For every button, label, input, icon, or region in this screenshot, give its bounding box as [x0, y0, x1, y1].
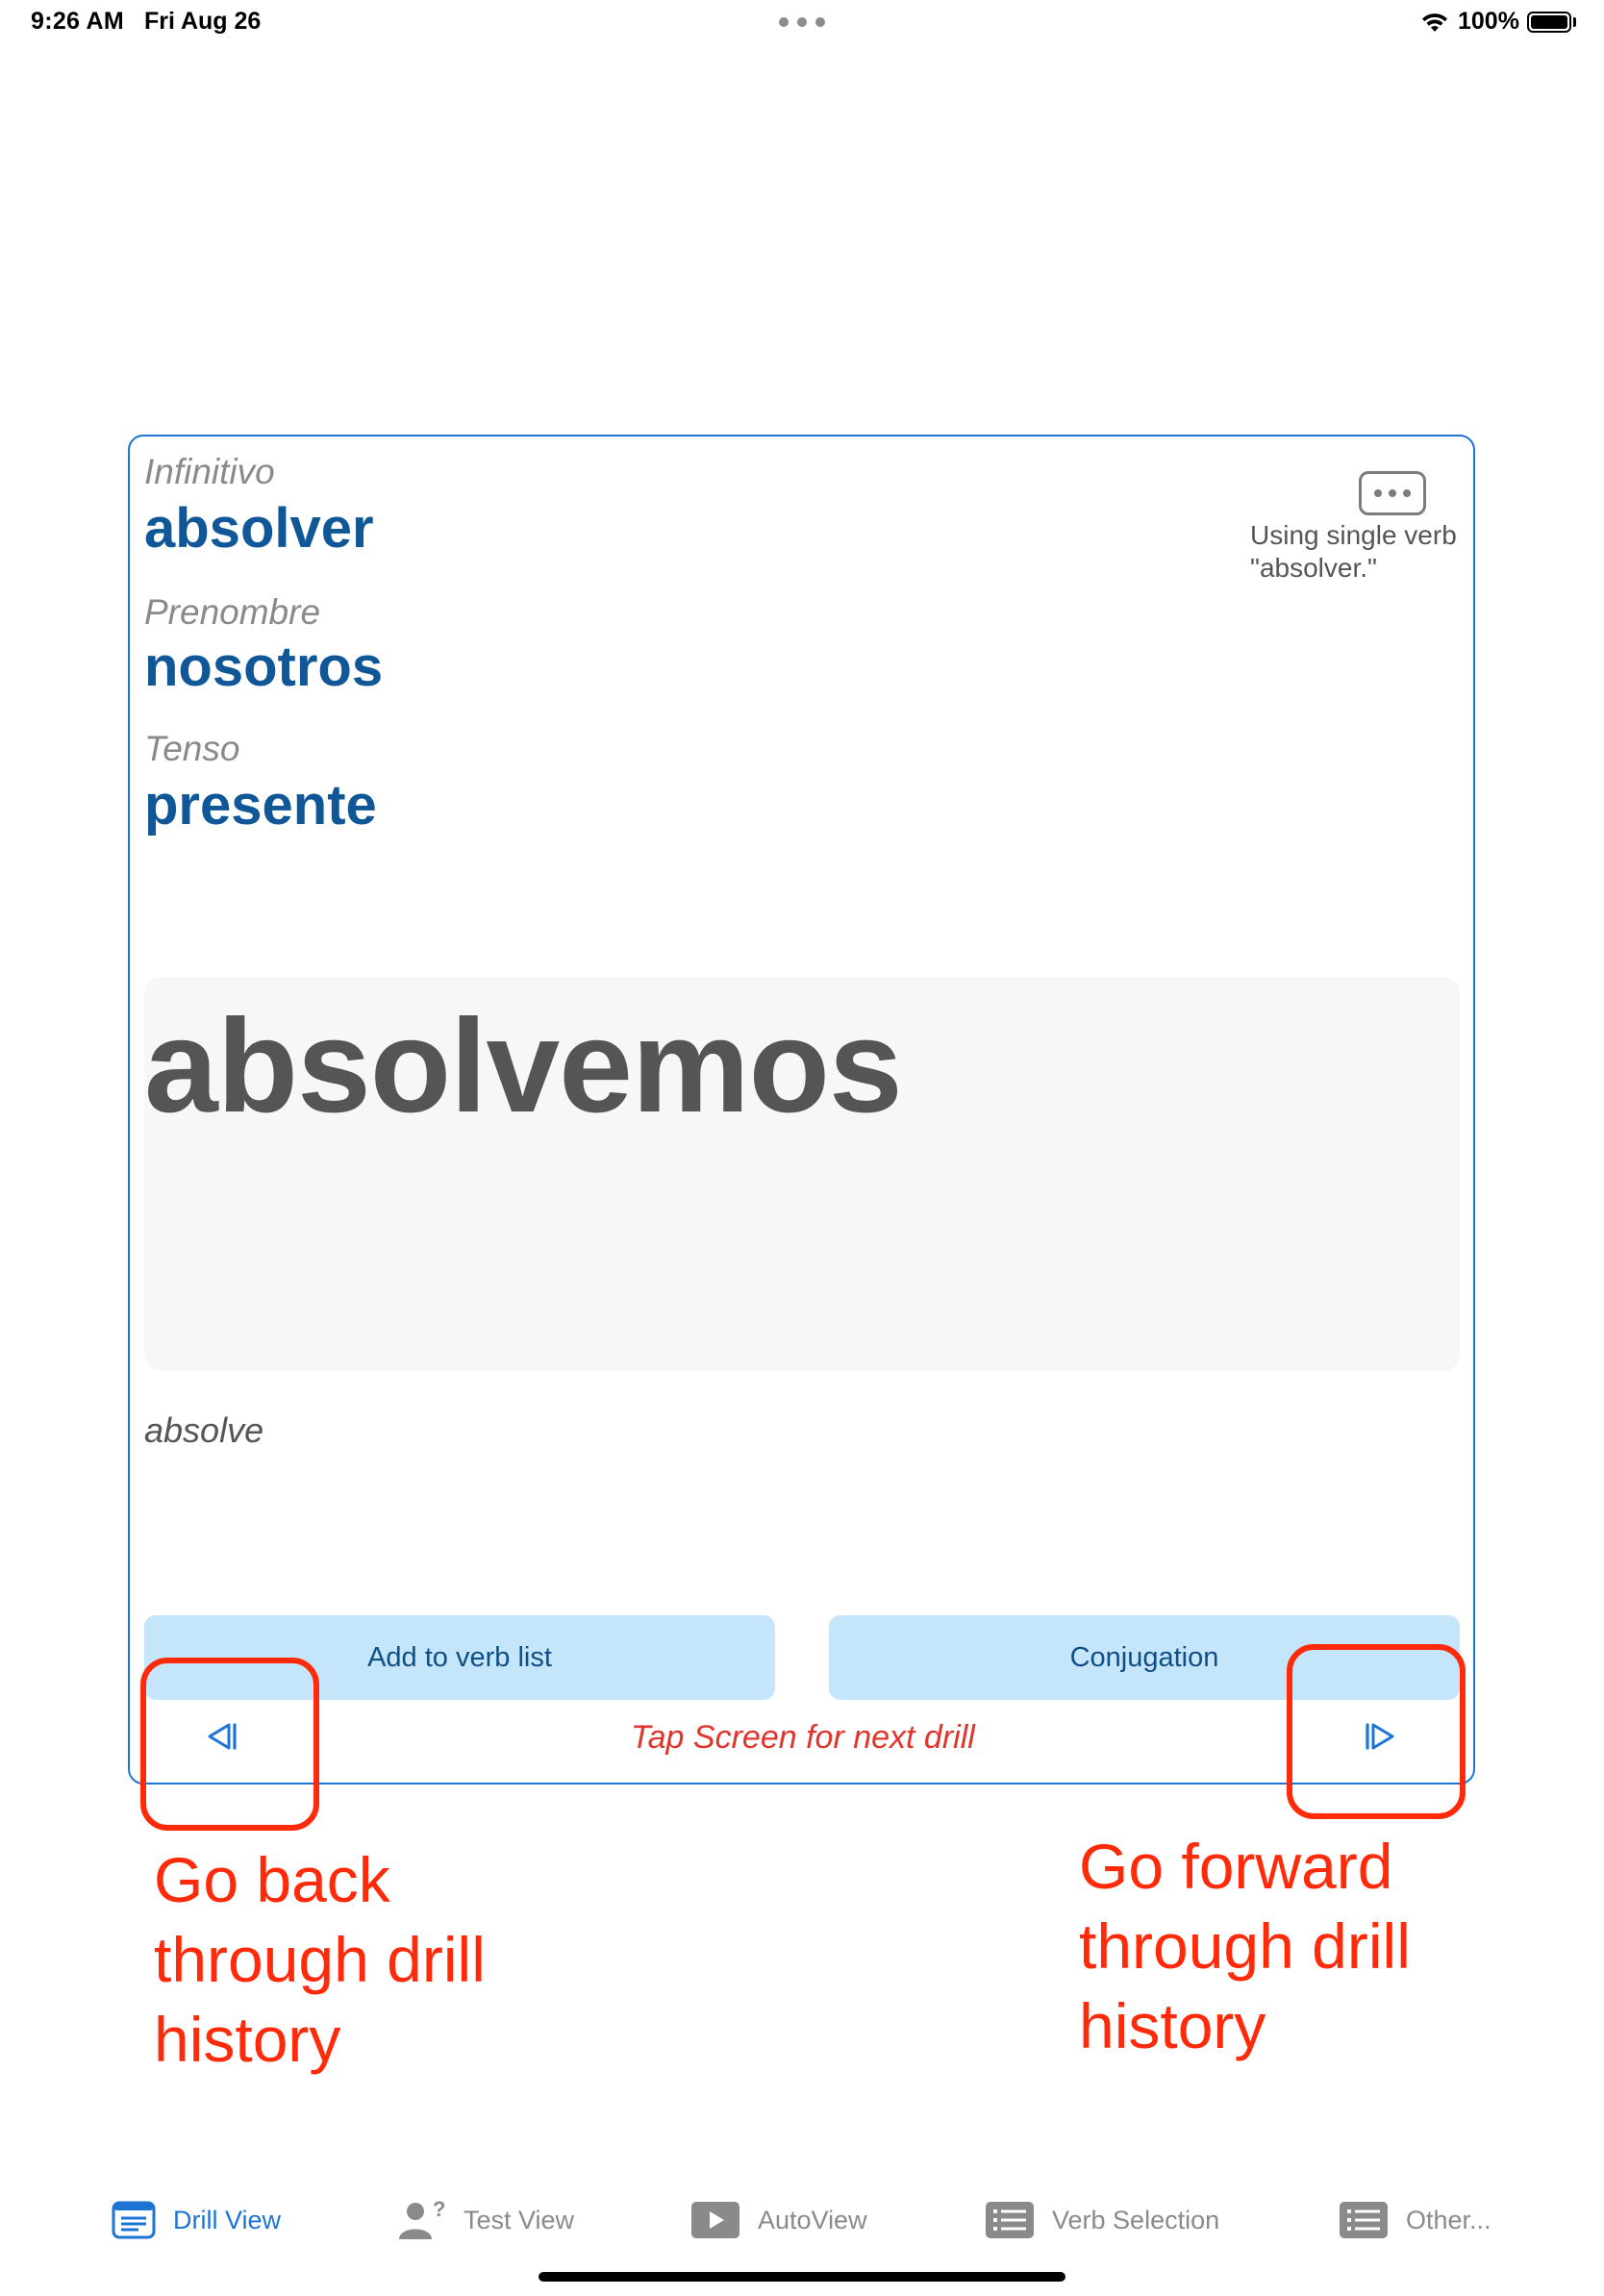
- infinitive-value: absolver: [144, 497, 374, 560]
- other-icon: [1340, 2202, 1388, 2238]
- tab-label: Other...: [1406, 2205, 1491, 2234]
- annotation-forward-text: Go forward through drill history: [1079, 1831, 1411, 2061]
- tab-verb-selection[interactable]: Verb Selection: [985, 2198, 1219, 2242]
- tap-screen-hint: Tap Screen for next drill: [631, 1719, 975, 1756]
- status-date: Fri Aug 26: [144, 8, 262, 35]
- annotation-box-forward: [1287, 1644, 1466, 1819]
- home-indicator[interactable]: [539, 2272, 1065, 2282]
- more-options-button[interactable]: [1359, 471, 1426, 515]
- test-view-icon: ?: [399, 2199, 445, 2239]
- tense-label: Tenso: [144, 729, 240, 768]
- verb-selection-icon: [986, 2202, 1034, 2238]
- pronoun-label: Prenombre: [144, 592, 321, 632]
- battery-icon: [1527, 12, 1571, 33]
- wifi-icon: [1422, 13, 1447, 32]
- status-time: 9:26 AM: [31, 8, 125, 35]
- tab-autoview[interactable]: AutoView: [690, 2198, 867, 2242]
- tab-label: AutoView: [758, 2205, 867, 2234]
- autoview-icon: [691, 2202, 739, 2238]
- tab-label: Verb Selection: [1052, 2205, 1220, 2234]
- battery-percentage: 100%: [1458, 8, 1519, 35]
- svg-text:?: ?: [433, 2199, 445, 2221]
- drill-view-icon: [112, 2201, 156, 2239]
- tense-value: presente: [144, 774, 377, 836]
- status-bar: 9:26 AM Fri Aug 26 100%: [0, 0, 1604, 46]
- battery-cap: [1573, 17, 1576, 27]
- tab-other[interactable]: Other...: [1339, 2198, 1491, 2242]
- tab-drill-view[interactable]: Drill View: [112, 2198, 281, 2242]
- single-verb-note: Using single verb "absolver.": [1250, 520, 1457, 583]
- infinitive-label: Infinitivo: [144, 452, 275, 491]
- annotation-back-text: Go back through drill history: [154, 1844, 486, 2075]
- translation-hint: absolve: [144, 1410, 264, 1450]
- multitasking-dots-icon[interactable]: [779, 15, 825, 29]
- tab-label: Test View: [464, 2205, 575, 2234]
- tab-label: Drill View: [173, 2205, 282, 2234]
- tab-test-view[interactable]: ? Test View: [396, 2198, 574, 2242]
- pronoun-value: nosotros: [144, 636, 384, 698]
- conjugated-answer: absolvemos: [144, 992, 903, 1140]
- annotation-box-back: [140, 1658, 319, 1831]
